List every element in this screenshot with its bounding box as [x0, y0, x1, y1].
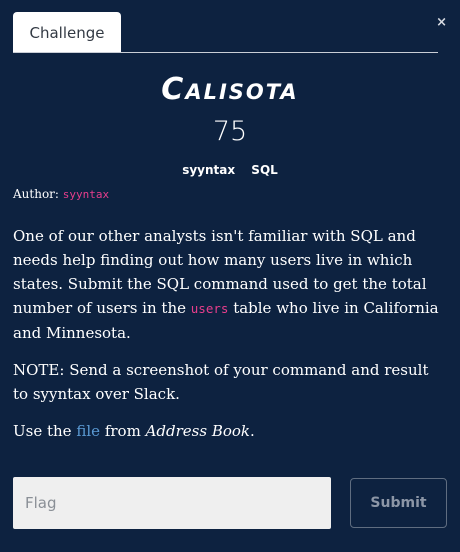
description-text: Use the	[13, 422, 72, 440]
author-name: syyntax	[62, 188, 110, 201]
challenge-name: Calisota	[161, 72, 299, 107]
tag: syyntax	[182, 163, 236, 177]
source-challenge-name: Address Book	[145, 422, 250, 440]
challenge-value: 75	[212, 116, 248, 147]
description-paragraph: One of our other analysts isn't familiar…	[13, 224, 445, 345]
submit-button[interactable]: Submit	[350, 478, 447, 528]
author-label: Author:	[13, 187, 59, 201]
flag-input[interactable]	[13, 477, 331, 529]
challenge-tags: syyntax SQL	[0, 163, 460, 177]
file-paragraph: Use the file from Address Book.	[13, 419, 445, 443]
note-paragraph: NOTE: Send a screenshot of your command …	[13, 361, 429, 403]
tab-bar: Challenge	[13, 12, 438, 53]
table-name-code: users	[190, 301, 229, 316]
author-line: Author: syyntax	[13, 187, 109, 201]
description-text: from	[104, 422, 141, 440]
file-link[interactable]: file	[76, 422, 100, 440]
tab-challenge[interactable]: Challenge	[13, 12, 121, 52]
challenge-description: One of our other analysts isn't familiar…	[13, 224, 445, 456]
tag: SQL	[251, 163, 278, 177]
description-text: .	[250, 422, 255, 440]
